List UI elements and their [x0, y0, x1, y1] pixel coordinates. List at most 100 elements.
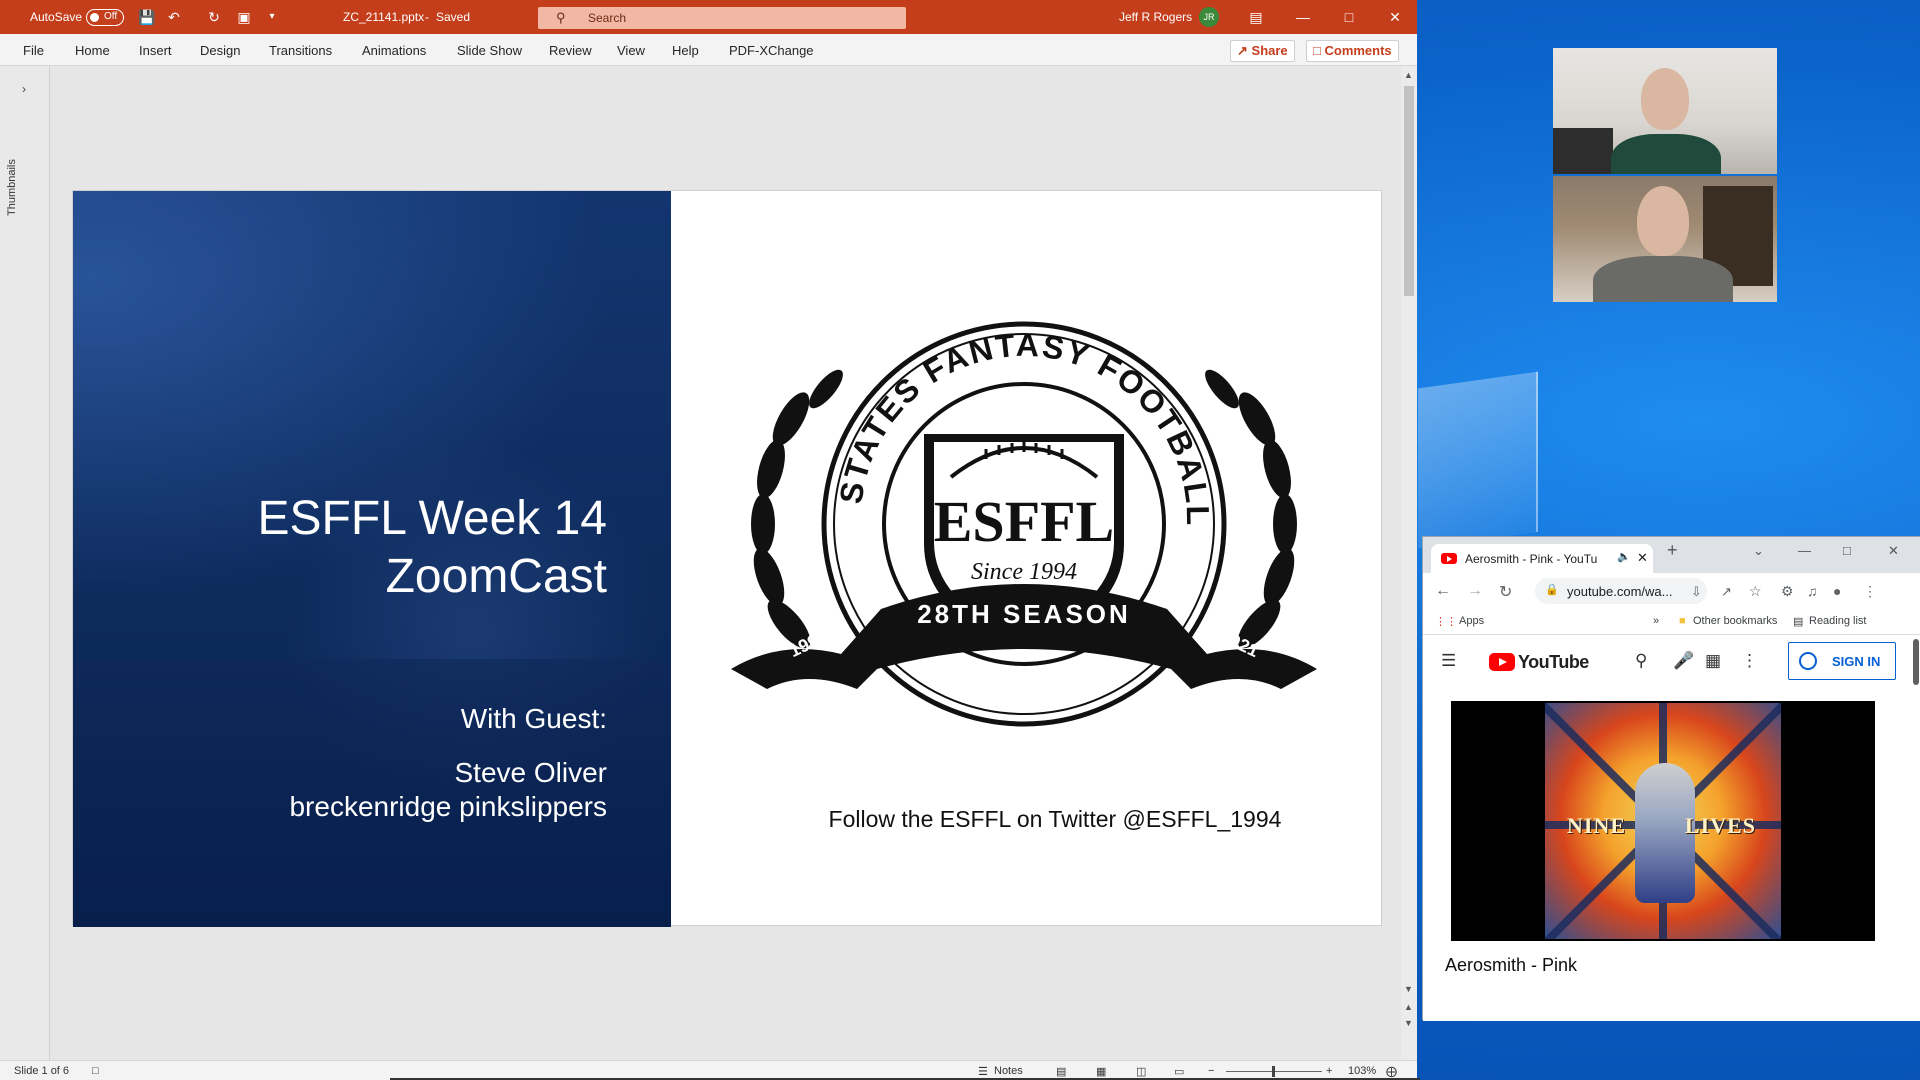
tab-help[interactable]: Help [672, 43, 699, 58]
present-icon[interactable]: ▣ [236, 9, 252, 25]
slide-title-line2[interactable]: ZoomCast [386, 549, 607, 604]
user-name[interactable]: Jeff R Rogers [1119, 10, 1192, 24]
hamburger-menu-icon[interactable]: ☰ [1441, 651, 1456, 671]
video-title[interactable]: Aerosmith - Pink [1445, 955, 1577, 976]
notes-icon[interactable]: ☰ [978, 1065, 988, 1078]
sign-in-button[interactable]: SIGN IN [1788, 642, 1896, 680]
logo-banner-text: 28TH SEASON [917, 599, 1131, 629]
browser-tab[interactable]: Aerosmith - Pink - YouTu 🔈 ✕ [1431, 544, 1653, 573]
normal-view-icon[interactable]: ▤ [1056, 1065, 1066, 1078]
zoom-in-icon[interactable]: + [1326, 1065, 1332, 1077]
apps-icon[interactable]: ▦ [1705, 651, 1721, 671]
share-button[interactable]: ↗ Share [1230, 40, 1295, 62]
zoom-level[interactable]: 103% [1348, 1065, 1376, 1077]
tab-search-icon[interactable]: ⌄ [1753, 543, 1764, 559]
apps-bookmark[interactable]: Apps [1459, 615, 1484, 627]
customize-toolbar-icon[interactable]: ▾ [264, 9, 280, 25]
tab-review[interactable]: Review [549, 43, 592, 58]
participant-2-face [1637, 186, 1689, 256]
close-icon[interactable]: ✕ [1380, 6, 1410, 28]
guest-name[interactable]: Steve Oliver [455, 757, 608, 789]
search-placeholder: Search [588, 11, 627, 25]
chrome-menu-icon[interactable]: ⋮ [1863, 583, 1877, 600]
slide-sorter-icon[interactable]: ▦ [1096, 1065, 1106, 1078]
video-participant-2[interactable] [1553, 176, 1777, 302]
next-slide-icon[interactable]: ▼ [1404, 1018, 1413, 1028]
accessibility-icon[interactable]: □ [92, 1065, 99, 1077]
zoom-out-icon[interactable]: − [1208, 1065, 1214, 1077]
tab-transitions[interactable]: Transitions [269, 43, 332, 58]
tab-pdf-xchange[interactable]: PDF-XChange [729, 43, 814, 58]
profile-icon[interactable]: ● [1833, 583, 1841, 599]
install-icon[interactable]: ⇩ [1691, 584, 1702, 600]
lock-icon[interactable]: 🔒 [1545, 583, 1559, 596]
saved-status[interactable]: Saved [436, 10, 470, 24]
user-avatar[interactable]: JR [1199, 7, 1219, 27]
youtube-favicon-icon [1441, 553, 1457, 564]
chrome-maximize-icon[interactable]: □ [1843, 543, 1851, 558]
tab-slide-show[interactable]: Slide Show [457, 43, 522, 58]
settings-menu-icon[interactable]: ⋮ [1741, 651, 1758, 671]
sign-in-label: SIGN IN [1832, 654, 1881, 669]
more-bookmarks-icon[interactable]: » [1653, 615, 1659, 627]
reload-icon[interactable]: ↻ [1499, 582, 1512, 602]
search-icon[interactable]: ⚲ [1635, 651, 1647, 671]
tab-view[interactable]: View [617, 43, 645, 58]
microphone-icon[interactable]: 🎤 [1673, 651, 1694, 671]
tab-design[interactable]: Design [200, 43, 240, 58]
page-scrollbar[interactable] [1913, 639, 1919, 685]
slide-show-icon[interactable]: ▭ [1174, 1065, 1184, 1078]
previous-slide-icon[interactable]: ▲ [1404, 1002, 1413, 1012]
scrollbar-thumb[interactable] [1404, 86, 1414, 296]
scroll-up-icon[interactable]: ▲ [1404, 70, 1413, 80]
address-bar[interactable]: 🔒 youtube.com/wa... [1535, 578, 1707, 604]
media-control-icon[interactable]: ♫ [1807, 583, 1818, 599]
tab-animations[interactable]: Animations [362, 43, 426, 58]
guest-team[interactable]: breckenridge pinkslippers [289, 791, 607, 823]
reading-list[interactable]: Reading list [1809, 615, 1866, 627]
expand-thumbnails-icon[interactable]: › [22, 82, 26, 96]
tab-close-icon[interactable]: ✕ [1637, 550, 1648, 566]
comments-button[interactable]: □ Comments [1306, 40, 1399, 62]
new-tab-icon[interactable]: + [1667, 540, 1678, 561]
share-page-icon[interactable]: ↗ [1721, 584, 1732, 600]
bookmark-star-icon[interactable]: ☆ [1749, 583, 1762, 600]
maximize-icon[interactable]: □ [1334, 6, 1364, 28]
scroll-down-icon[interactable]: ▼ [1404, 984, 1413, 994]
tab-audio-icon[interactable]: 🔈 [1617, 550, 1631, 563]
chrome-minimize-icon[interactable]: — [1798, 543, 1811, 558]
bookmarks-bar: ⋮⋮ Apps » ■ Other bookmarks ▤ Reading li… [1423, 609, 1920, 635]
other-bookmarks[interactable]: Other bookmarks [1693, 615, 1777, 627]
tab-file[interactable]: File [23, 43, 44, 58]
youtube-logo-icon[interactable] [1489, 653, 1515, 671]
album-text-left: NINE [1567, 813, 1627, 838]
autosave-toggle[interactable]: Off [86, 9, 124, 26]
apps-grid-icon[interactable]: ⋮⋮ [1435, 615, 1457, 628]
youtube-logo-text[interactable]: YouTube [1518, 652, 1589, 673]
video-participant-1[interactable] [1553, 48, 1777, 174]
esffl-logo[interactable]: EASTERN STATES FANTASY FOOTBALL LEAGUE E… [721, 309, 1327, 739]
ribbon-display-icon[interactable]: ▤ [1241, 6, 1271, 28]
fit-to-window-icon[interactable]: ⨁ [1386, 1065, 1397, 1078]
minimize-icon[interactable]: — [1288, 6, 1318, 28]
follow-twitter-text[interactable]: Follow the ESFFL on Twitter @ESFFL_1994 [825, 806, 1285, 833]
slide-canvas[interactable]: ESFFL Week 14 ZoomCast With Guest: Steve… [72, 190, 1382, 927]
guest-heading[interactable]: With Guest: [461, 703, 607, 735]
reading-view-icon[interactable]: ◫ [1136, 1065, 1146, 1078]
notes-button[interactable]: Notes [994, 1065, 1023, 1077]
zoom-slider-thumb[interactable] [1272, 1066, 1275, 1077]
back-icon[interactable]: ← [1435, 582, 1451, 600]
save-icon[interactable]: 💾 [138, 9, 155, 25]
chrome-close-icon[interactable]: ✕ [1888, 543, 1899, 559]
slide-title-line1[interactable]: ESFFL Week 14 [258, 491, 607, 546]
undo-icon[interactable]: ↶ [166, 9, 182, 25]
forward-icon[interactable]: → [1467, 582, 1483, 600]
search-box[interactable]: ⚲ Search [538, 7, 906, 29]
redo-icon[interactable]: ↻ [206, 9, 222, 25]
tab-home[interactable]: Home [75, 43, 110, 58]
extensions-icon[interactable]: ⚙ [1781, 583, 1794, 600]
thumbnails-label[interactable]: Thumbnails [6, 159, 18, 216]
video-player[interactable]: NINE LIVES [1451, 701, 1875, 941]
vertical-scrollbar[interactable]: ▲ ▼ ▲ ▼ [1401, 66, 1417, 1060]
tab-insert[interactable]: Insert [139, 43, 172, 58]
